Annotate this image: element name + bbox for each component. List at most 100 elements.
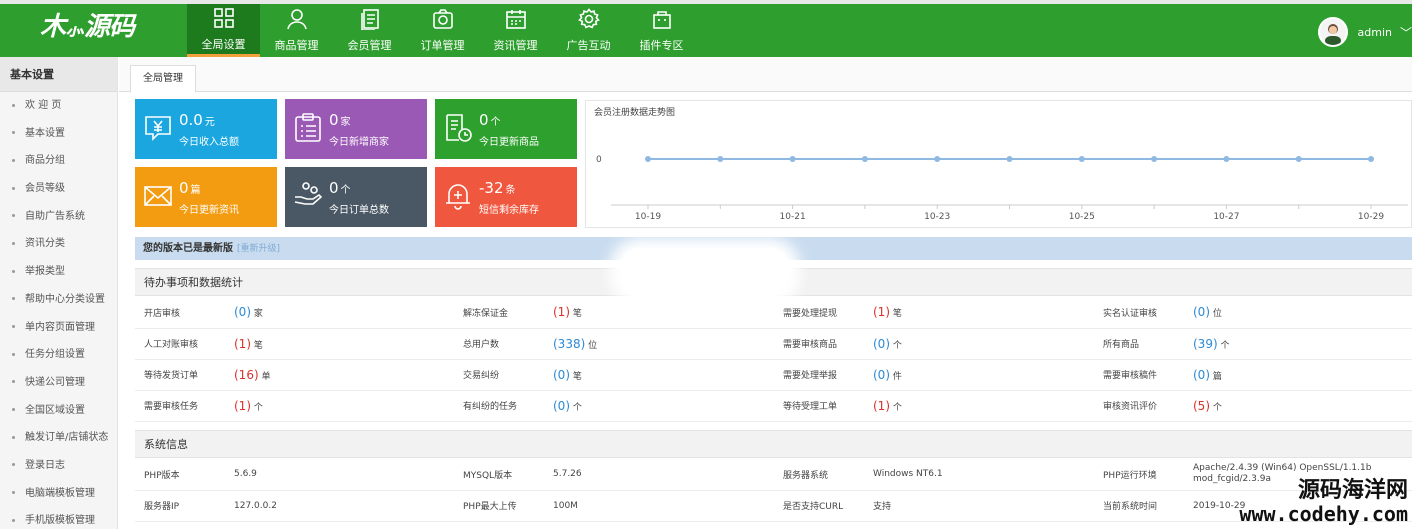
nav-item-2[interactable]: 会员管理: [333, 4, 406, 57]
cell-value: 支持: [864, 490, 1094, 522]
upgrade-link[interactable]: [重新升级]: [237, 244, 280, 254]
sidebar-item[interactable]: 商品分组: [0, 147, 117, 175]
cell-value[interactable]: (5) 个: [1184, 390, 1412, 422]
stat-card[interactable]: 0个 今日订单总数: [285, 167, 427, 227]
sidebar-title: 基本设置: [0, 57, 117, 92]
sidebar-item[interactable]: 基本设置: [0, 120, 117, 148]
nav-item-0[interactable]: 全局设置: [187, 4, 260, 57]
sysinfo-section-title: 系统信息: [135, 430, 1412, 458]
nav-item-1[interactable]: 商品管理: [260, 4, 333, 57]
data-point[interactable]: [1295, 156, 1302, 162]
tab-bar: 全局管理: [119, 57, 1412, 93]
cell-value[interactable]: (39) 个: [1184, 328, 1412, 360]
sidebar-item[interactable]: 自助广告系统: [0, 203, 117, 231]
cell-value[interactable]: (1) 个: [225, 390, 454, 422]
sidebar-item[interactable]: 快递公司管理: [0, 369, 117, 397]
sidebar-item-label: 快递公司管理: [25, 376, 85, 388]
sidebar-item[interactable]: 任务分组设置: [0, 341, 117, 369]
cell-label: 当前系统时间: [1094, 490, 1184, 522]
stat-label: 今日更新商品: [479, 137, 539, 148]
data-point[interactable]: [1223, 156, 1230, 162]
table-row: 开店审核 (0) 家解冻保证金 (1) 笔需要处理提现 (1) 笔实名认证审核 (0) …: [135, 297, 1412, 329]
cell-value[interactable]: (0) 笔: [544, 359, 774, 391]
cell-value[interactable]: (0) 件: [864, 359, 1094, 391]
stat-card[interactable]: -32 条 短信剩余库存: [435, 167, 577, 227]
data-point[interactable]: [645, 156, 651, 162]
gear-icon: [577, 8, 600, 37]
data-point[interactable]: [1078, 156, 1085, 162]
sidebar-item-label: 全国区域设置: [25, 404, 85, 416]
stat-card[interactable]: 0.0 元 今日收入总额: [135, 99, 277, 159]
cell-value[interactable]: (16) 单: [225, 359, 454, 391]
sidebar-item[interactable]: 会员等级: [0, 175, 117, 203]
sidebar-item[interactable]: 帮助中心分类设置: [0, 286, 117, 314]
stat-card[interactable]: 0个 今日更新商品: [435, 99, 577, 159]
x-tick-label: 10-29: [1358, 212, 1384, 222]
cell-value[interactable]: (1) 笔: [544, 297, 774, 329]
todo-table: 开店审核 (0) 家解冻保证金 (1) 笔需要处理提现 (1) 笔实名认证审核 (0) …: [135, 297, 1412, 422]
cell-value[interactable]: (1) 笔: [864, 297, 1094, 329]
cell-value[interactable]: (0) 个: [544, 390, 774, 422]
sidebar-item[interactable]: 登录日志: [0, 452, 117, 480]
sidebar-item[interactable]: 全国区域设置: [0, 397, 117, 425]
sidebar-item-label: 登录日志: [25, 459, 65, 471]
username[interactable]: admin: [1358, 26, 1392, 39]
cell-value[interactable]: (1) 笔: [225, 328, 454, 360]
sidebar-item-label: 商品分组: [25, 155, 65, 167]
nav-label: 全局设置: [201, 37, 246, 51]
data-point[interactable]: [1368, 156, 1374, 162]
stat-value: -32 条: [479, 179, 516, 197]
avatar[interactable]: [1317, 17, 1348, 47]
cell-label: 需要审核稿件: [1094, 359, 1184, 391]
nav-item-5[interactable]: 广告互动: [552, 4, 625, 57]
nav-item-3[interactable]: 订单管理: [406, 4, 479, 57]
sidebar-item[interactable]: 单内容页面管理: [0, 314, 117, 342]
sidebar-item[interactable]: 触发订单/店铺状态: [0, 424, 117, 452]
cell-value[interactable]: (0) 个: [864, 328, 1094, 360]
x-tick-label: 10-25: [1069, 212, 1095, 222]
chevron-down-icon[interactable]: ﹀: [1400, 24, 1412, 41]
cell-value: 127.0.0.2: [225, 490, 454, 522]
sidebar-item[interactable]: 电脑端模板管理: [0, 480, 117, 508]
data-point[interactable]: [1151, 156, 1158, 162]
cell-label: 交易纠纷: [454, 359, 544, 391]
data-point[interactable]: [1006, 156, 1013, 162]
stat-card[interactable]: 0家 今日新增商家: [285, 99, 427, 159]
document-icon: [359, 8, 381, 37]
cell-value[interactable]: (0) 位: [1184, 297, 1412, 329]
watermark-url: www.codehy.com: [1239, 502, 1408, 526]
stat-label: 今日收入总额: [179, 137, 239, 148]
user-menu[interactable]: admin ﹀: [1317, 17, 1412, 47]
sidebar-item[interactable]: 资讯分类: [0, 230, 117, 258]
cell-value[interactable]: (0) 篇: [1184, 359, 1412, 391]
bullet-icon: [12, 435, 15, 439]
bell-icon: [443, 181, 473, 211]
yen-icon: [143, 113, 173, 143]
sidebar-item[interactable]: 手机版模板管理: [0, 507, 117, 529]
stat-card[interactable]: 0篇 今日更新资讯: [135, 167, 277, 227]
data-point[interactable]: [934, 156, 941, 162]
cell-label: 等待受理工单: [774, 390, 864, 422]
tab-global-management[interactable]: 全局管理: [130, 65, 196, 93]
cell-value[interactable]: (0) 家: [225, 297, 454, 329]
nav-item-6[interactable]: 插件专区: [625, 4, 698, 57]
cell-value[interactable]: (1) 个: [864, 390, 1094, 422]
data-point[interactable]: [789, 156, 796, 162]
nav-label: 会员管理: [347, 39, 392, 52]
logo[interactable]: 木⺗源码: [40, 6, 135, 43]
data-point[interactable]: [717, 156, 724, 162]
sidebar-item-label: 自助广告系统: [25, 210, 85, 222]
bullet-icon: [12, 408, 15, 412]
sidebar-item-label: 触发订单/店铺状态: [25, 432, 109, 444]
stat-value: 0.0 元: [179, 111, 215, 129]
sidebar-item[interactable]: 欢 迎 页: [0, 92, 117, 120]
watermark-title: 源码海洋网: [1297, 478, 1408, 503]
mail-icon: [143, 181, 173, 211]
nav-item-4[interactable]: 资讯管理: [479, 4, 552, 57]
cell-value: 5.7.26: [544, 459, 774, 491]
data-point[interactable]: [861, 156, 868, 162]
sidebar-item-label: 任务分组设置: [25, 349, 85, 361]
cell-value[interactable]: (338) 位: [544, 328, 774, 360]
sidebar-item[interactable]: 举报类型: [0, 258, 117, 286]
main-nav: 全局设置 商品管理 会员管理 订单管理 资讯管理 广告互动 插件专区: [187, 4, 698, 57]
